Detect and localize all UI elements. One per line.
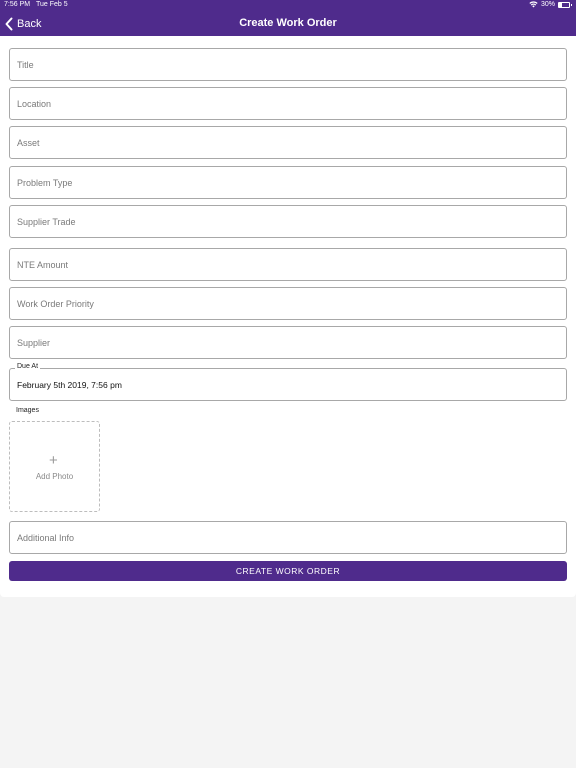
status-bar: 7:56 PM Tue Feb 5 30% xyxy=(0,0,576,11)
images-label: Images xyxy=(16,407,39,414)
supplier-trade-field xyxy=(9,205,567,238)
title-input[interactable] xyxy=(10,49,566,80)
nte-amount-input[interactable] xyxy=(10,249,566,280)
due-at-field[interactable]: Due At February 5th 2019, 7:56 pm xyxy=(9,363,567,401)
additional-info-input[interactable] xyxy=(10,522,566,553)
status-date: Tue Feb 5 xyxy=(36,1,68,8)
location-input[interactable] xyxy=(10,88,566,119)
add-photo-label: Add Photo xyxy=(35,472,74,481)
problem-type-field xyxy=(9,166,567,199)
work-order-form: Due At February 5th 2019, 7:56 pm Images… xyxy=(0,36,576,597)
additional-info-field xyxy=(9,521,567,554)
supplier-field xyxy=(9,326,567,359)
priority-input[interactable] xyxy=(10,288,566,319)
create-work-order-button[interactable]: CREATE WORK ORDER xyxy=(9,561,567,581)
asset-input[interactable] xyxy=(10,127,566,158)
battery-icon xyxy=(558,1,572,8)
plus-icon: + xyxy=(49,452,58,469)
supplier-input[interactable] xyxy=(10,327,566,358)
priority-field xyxy=(9,287,567,320)
navigation-bar: Back Create Work Order xyxy=(0,11,576,36)
nte-amount-field xyxy=(9,248,567,281)
status-time: 7:56 PM xyxy=(4,1,31,8)
battery-percent: 30% xyxy=(540,1,555,8)
due-at-label: Due At xyxy=(15,363,41,370)
title-field xyxy=(9,48,567,81)
add-photo-button[interactable]: + Add Photo xyxy=(9,421,100,512)
asset-field xyxy=(9,126,567,159)
page-title: Create Work Order xyxy=(239,17,337,29)
supplier-trade-input[interactable] xyxy=(10,206,566,237)
status-indicators: 30% xyxy=(529,1,572,8)
location-field xyxy=(9,87,567,120)
problem-type-input[interactable] xyxy=(10,167,566,198)
due-at-value: February 5th 2019, 7:56 pm xyxy=(17,380,122,390)
wifi-icon xyxy=(529,1,538,8)
